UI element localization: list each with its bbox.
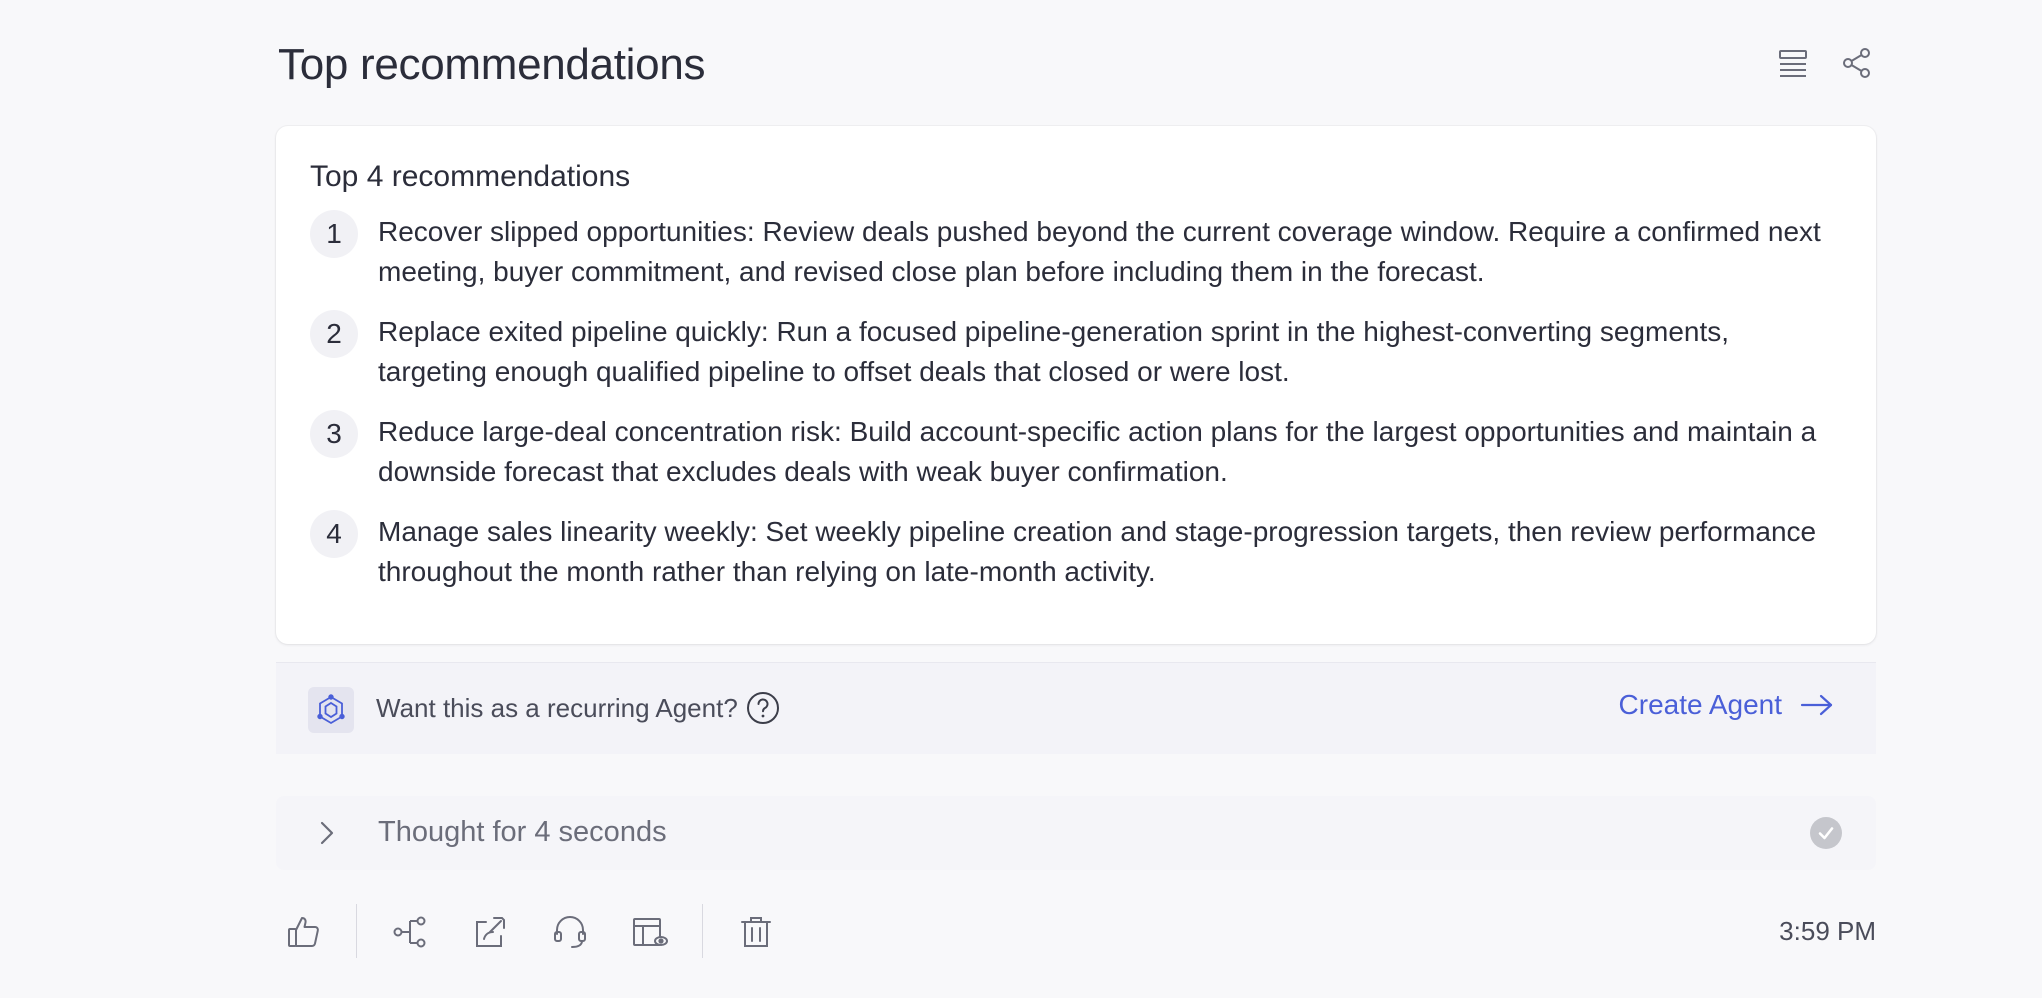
- thought-label: Thought for 4 seconds: [378, 816, 667, 848]
- check-circle-icon: [1810, 817, 1842, 849]
- agent-prompt-text: Want this as a recurring Agent?: [376, 693, 738, 723]
- chat-response-page: Top recommendations Top 4 recommendation…: [0, 0, 2042, 998]
- list-item: 1 Recover slipped opportunities: Review …: [310, 210, 1842, 292]
- list-view-icon: [1779, 50, 1807, 77]
- thought-expander[interactable]: Thought for 4 seconds: [276, 796, 1876, 870]
- help-icon: [747, 692, 779, 724]
- share-link-icon: [476, 917, 505, 947]
- delete-button[interactable]: [736, 912, 776, 952]
- recommendations-list: 1 Recover slipped opportunities: Review …: [310, 210, 1842, 592]
- card-title: Top 4 recommendations: [310, 160, 631, 193]
- create-agent-label: Create Agent: [1618, 689, 1782, 720]
- support-button[interactable]: [550, 912, 590, 952]
- chevron-right-icon: [320, 821, 334, 845]
- create-agent-button[interactable]: Create Agent: [1619, 689, 1834, 721]
- list-item: 3 Reduce large-deal concentration risk: …: [310, 410, 1842, 492]
- flow-button[interactable]: [390, 912, 430, 952]
- thumbs-up-button[interactable]: [284, 912, 324, 952]
- recommendations-card: Top 4 recommendations 1 Recover slipped …: [276, 126, 1876, 644]
- item-number: 2: [310, 310, 358, 358]
- flow-icon: [393, 916, 426, 948]
- item-text: Replace exited pipeline quickly: Run a f…: [378, 316, 1730, 387]
- agent-hexagon-icon: [308, 687, 354, 733]
- share-button[interactable]: [1838, 44, 1876, 82]
- thumbs-up-icon: [288, 917, 319, 947]
- item-text: Reduce large-deal concentration risk: Bu…: [378, 416, 1817, 487]
- list-item: 4 Manage sales linearity weekly: Set wee…: [310, 510, 1842, 592]
- share-icon: [1843, 48, 1870, 78]
- list-item: 2 Replace exited pipeline quickly: Run a…: [310, 310, 1842, 392]
- share-link-button[interactable]: [470, 912, 510, 952]
- list-view-button[interactable]: [1774, 44, 1812, 82]
- timestamp: 3:59 PM: [1779, 916, 1876, 946]
- delete-icon: [741, 917, 771, 947]
- header-actions: [1774, 44, 1876, 82]
- toolbar-divider: [702, 904, 703, 958]
- table-view-icon: [633, 918, 668, 946]
- recurring-agent-bar: Want this as a recurring Agent? Create A…: [276, 662, 1876, 754]
- support-headset-icon: [554, 916, 586, 948]
- item-text: Manage sales linearity weekly: Set weekl…: [378, 516, 1817, 587]
- item-number: 1: [310, 210, 358, 258]
- table-view-button[interactable]: [630, 912, 670, 952]
- response-toolbar: 3:59 PM: [276, 902, 1876, 962]
- response-header: Top recommendations: [276, 30, 1876, 100]
- arrow-right-icon: [1800, 694, 1833, 716]
- item-text: Recover slipped opportunities: Review de…: [378, 216, 1821, 287]
- help-button[interactable]: [746, 691, 780, 725]
- page-title: Top recommendations: [278, 40, 706, 89]
- item-number: 4: [310, 510, 358, 558]
- toolbar-divider: [356, 904, 357, 958]
- item-number: 3: [310, 410, 358, 458]
